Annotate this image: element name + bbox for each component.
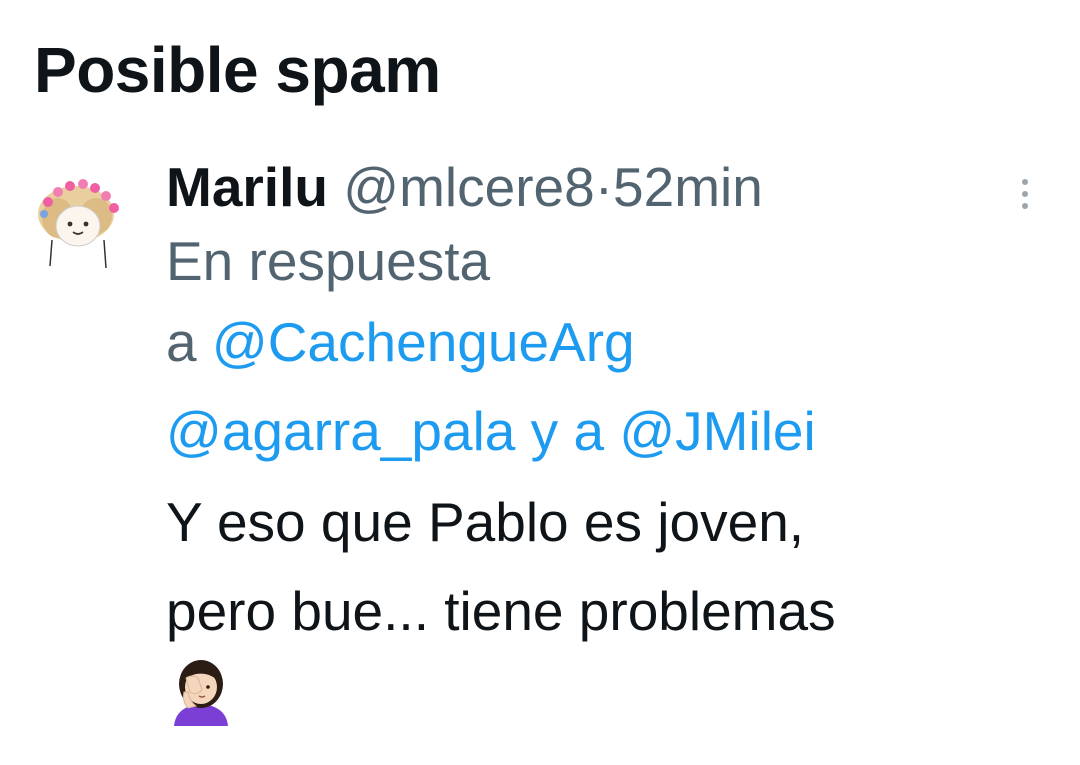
spam-section: Posible spam Marilu @mlcere8·52min En re… <box>0 0 1080 765</box>
timestamp[interactable]: 52min <box>613 156 763 218</box>
avatar-image <box>38 179 119 269</box>
tweet-body: Marilu @mlcere8·52min En respuesta a @Ca… <box>166 150 1026 726</box>
user-handle[interactable]: @mlcere8 <box>343 156 594 218</box>
reply-context-line-2: @agarra_pala y a @JMilei <box>166 387 1026 476</box>
reply-context-prefix: En respuesta <box>166 230 491 292</box>
separator-dot: · <box>594 156 614 218</box>
reply-and-label: y a <box>530 400 605 462</box>
tweet-text-line-2: pero bue... tiene problemas <box>166 580 836 642</box>
mention-cachenguearg[interactable]: @CachengueArg <box>212 311 635 373</box>
avatar[interactable] <box>28 168 132 272</box>
display-name[interactable]: Marilu <box>166 156 328 218</box>
tweet-text-line-1: Y eso que Pablo es joven, <box>166 491 805 553</box>
woman-facepalming-emoji-icon <box>174 660 228 726</box>
reply-context-line-1: a @CachengueArg <box>166 298 1026 387</box>
reply-a-label: a <box>166 311 197 373</box>
tweet-header: Marilu @mlcere8·52min <box>166 150 1026 224</box>
mention-jmilei[interactable]: @JMilei <box>619 400 815 462</box>
tweet-text: Y eso que Pablo es joven, pero bue... ti… <box>166 478 1026 726</box>
mention-agarra-pala[interactable]: @agarra_pala <box>166 400 515 462</box>
section-title: Posible spam <box>34 34 441 106</box>
